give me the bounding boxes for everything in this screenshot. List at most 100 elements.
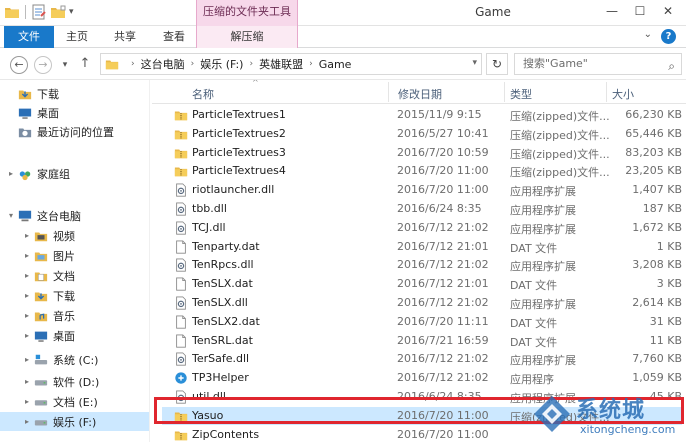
zip-folder-icon: [174, 167, 188, 177]
table-row[interactable]: riotlauncher.dll 2016/7/20 11:00 应用程序扩展 1,4…: [162, 181, 682, 199]
dll-file-icon: [176, 221, 186, 235]
search-input[interactable]: 搜索"Game" ⌕: [514, 53, 682, 75]
table-row[interactable]: ParticleTextrues3 2016/7/20 10:59 压缩(zippe…: [162, 144, 682, 162]
folder-icon[interactable]: [4, 4, 20, 20]
breadcrumb-chevron-icon[interactable]: ›: [191, 59, 195, 69]
column-header-type[interactable]: 类型: [510, 86, 532, 102]
tab-home[interactable]: 主页: [58, 26, 96, 48]
app-icon: [175, 372, 187, 384]
table-row[interactable]: TCJ.dll 2016/7/12 21:02 应用程序扩展 1,672 KB: [162, 219, 682, 237]
address-bar[interactable]: › 这台电脑 › 娱乐 (F:) › 英雄联盟 › Game ▾: [100, 53, 482, 75]
table-row[interactable]: ParticleTextrues1 2015/11/9 9:15 压缩(zipped…: [162, 106, 682, 124]
properties-icon[interactable]: [31, 4, 47, 20]
breadcrumb-this-pc[interactable]: 这台电脑: [141, 56, 185, 72]
expand-chevron-icon[interactable]: ▸: [22, 377, 32, 386]
new-folder-icon[interactable]: [50, 4, 66, 20]
sidebar-item-documents[interactable]: ▸ 文档: [0, 266, 149, 285]
file-date: 2016/7/12 21:02: [397, 296, 489, 309]
file-name: TerSafe.dll: [192, 352, 250, 366]
sidebar-item-recent-places[interactable]: 最近访问的位置: [0, 122, 149, 141]
file-type: 应用程序扩展: [510, 185, 576, 199]
table-row[interactable]: ParticleTextrues2 2016/5/27 10:41 压缩(zippe…: [162, 125, 682, 143]
tab-file[interactable]: 文件: [4, 26, 54, 48]
column-divider[interactable]: [606, 82, 607, 102]
sidebar-item-homegroup[interactable]: ▸ 家庭组: [0, 164, 149, 183]
breadcrumb-game[interactable]: Game: [319, 58, 352, 71]
sidebar-item-drive-e[interactable]: ▸ 文档 (E:): [0, 392, 149, 411]
back-button[interactable]: ←: [10, 56, 28, 74]
column-divider[interactable]: [504, 82, 505, 102]
minimize-icon[interactable]: —: [598, 0, 626, 24]
expand-chevron-icon[interactable]: ▸: [22, 271, 32, 280]
expand-chevron-icon[interactable]: ▸: [22, 311, 32, 320]
table-row[interactable]: Tenparty.dat 2016/7/12 21:01 DAT 文件 1 KB: [162, 238, 682, 256]
close-icon[interactable]: ✕: [654, 0, 682, 24]
up-button[interactable]: ↑: [76, 56, 94, 74]
column-header-size[interactable]: 大小: [612, 86, 634, 102]
table-row[interactable]: TP3Helper 2016/7/12 21:02 应用程序 1,059 KB: [162, 369, 682, 387]
table-row[interactable]: tbb.dll 2016/6/24 8:35 应用程序扩展 187 KB: [162, 200, 682, 218]
sidebar-item-drive-f[interactable]: ▸ 娱乐 (F:): [0, 412, 149, 431]
expand-chevron-icon[interactable]: ▸: [22, 417, 32, 426]
sidebar-item-drive-c[interactable]: ▸ 系统 (C:): [0, 350, 149, 369]
maximize-icon[interactable]: ☐: [626, 0, 654, 24]
breadcrumb-chevron-icon[interactable]: ›: [309, 59, 313, 69]
forward-button[interactable]: →: [34, 56, 52, 74]
qat-customize-icon[interactable]: ▾: [69, 7, 74, 17]
file-type: 压缩(zipped)文件...: [510, 128, 610, 142]
column-divider[interactable]: [388, 82, 389, 102]
tab-share[interactable]: 共享: [104, 26, 146, 48]
sidebar-item-desktop[interactable]: 桌面: [0, 103, 149, 122]
table-row[interactable]: TenSLX.dat 2016/7/12 21:01 DAT 文件 3 KB: [162, 275, 682, 293]
expand-chevron-icon[interactable]: ▸: [22, 231, 32, 240]
help-icon[interactable]: ?: [661, 29, 676, 44]
sidebar-item-drive-d[interactable]: ▸ 软件 (D:): [0, 372, 149, 391]
table-row[interactable]: TerSafe.dll 2016/7/12 21:02 应用程序扩展 7,760 KB: [162, 350, 682, 368]
expand-chevron-icon[interactable]: ▸: [6, 169, 16, 178]
sidebar-item-music[interactable]: ▸ 音乐: [0, 306, 149, 325]
dll-file-icon: [176, 296, 186, 310]
breadcrumb-chevron-icon[interactable]: ›: [131, 59, 135, 69]
file-icon: [176, 277, 186, 291]
search-icon[interactable]: ⌕: [668, 56, 675, 76]
table-row[interactable]: ParticleTextrues4 2016/7/20 11:00 压缩(zippe…: [162, 162, 682, 180]
sidebar-item-downloads[interactable]: 下载: [0, 84, 149, 103]
file-type: DAT 文件: [510, 335, 558, 349]
sidebar-item-this-pc[interactable]: ▾ 这台电脑: [0, 206, 149, 225]
breadcrumb-lol[interactable]: 英雄联盟: [259, 56, 303, 72]
table-row[interactable]: TenRpcs.dll 2016/7/12 21:02 应用程序扩展 3,208 KB: [162, 256, 682, 274]
address-dropdown-icon[interactable]: ▾: [472, 58, 477, 68]
system-drive-icon: [34, 354, 48, 364]
file-size: 11 KB: [649, 333, 682, 347]
expand-chevron-icon[interactable]: ▸: [22, 251, 32, 260]
table-row[interactable]: TenSLX2.dat 2016/7/20 11:11 DAT 文件 31 KB: [162, 313, 682, 331]
recent-locations-icon[interactable]: ▾: [56, 57, 74, 75]
pictures-folder-icon: [34, 252, 48, 261]
tab-view[interactable]: 查看: [154, 26, 194, 48]
sidebar-item-label: 桌面: [37, 106, 59, 120]
table-row[interactable]: TenSRL.dat 2016/7/21 16:59 DAT 文件 11 KB: [162, 332, 682, 350]
sidebar-item-videos[interactable]: ▸ 视频: [0, 226, 149, 245]
sidebar-item-downloads-2[interactable]: ▸ 下载: [0, 286, 149, 305]
expand-chevron-icon[interactable]: ▾: [6, 211, 16, 220]
expand-chevron-icon[interactable]: ▸: [22, 397, 32, 406]
table-row[interactable]: TenSLX.dll 2016/7/12 21:02 应用程序扩展 2,614 KB: [162, 294, 682, 312]
expand-ribbon-icon[interactable]: ⌄: [644, 29, 652, 40]
breadcrumb-chevron-icon[interactable]: ›: [249, 59, 253, 69]
column-header-name[interactable]: 名称: [192, 86, 214, 102]
sidebar-item-pictures[interactable]: ▸ 图片: [0, 246, 149, 265]
column-header-date[interactable]: 修改日期: [398, 86, 442, 102]
sort-indicator-icon: ^: [252, 80, 259, 87]
ribbon-tabs: 文件 主页 共享 查看 解压缩 ⌄ ?: [0, 26, 686, 48]
tab-extract[interactable]: 解压缩: [196, 26, 298, 48]
sidebar-item-label: 文档: [53, 269, 75, 283]
desktop-icon: [18, 108, 32, 119]
expand-chevron-icon[interactable]: ▸: [22, 331, 32, 340]
file-name: ParticleTextrues4: [192, 164, 286, 178]
breadcrumb-drive-f[interactable]: 娱乐 (F:): [200, 56, 243, 72]
sidebar-item-desktop-2[interactable]: ▸ 桌面: [0, 326, 149, 345]
refresh-button[interactable]: ↻: [486, 53, 508, 75]
expand-chevron-icon[interactable]: ▸: [22, 355, 32, 364]
sidebar-item-label: 娱乐 (F:): [53, 415, 97, 429]
expand-chevron-icon[interactable]: ▸: [22, 291, 32, 300]
